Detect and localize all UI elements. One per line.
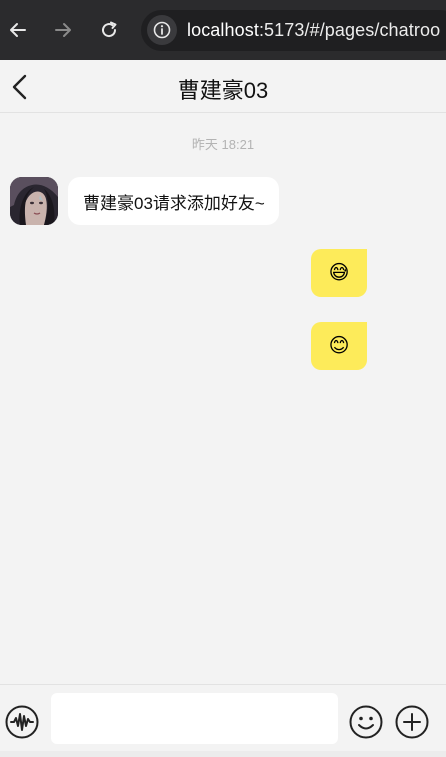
voice-input-button[interactable] [5, 705, 39, 739]
url-host: localhost [187, 20, 259, 40]
message-emoji: 😊 [328, 335, 350, 357]
received-message-bubble[interactable]: 曹建豪03请求添加好友~ [68, 177, 279, 225]
chat-message-list[interactable]: 昨天 18:21 曹建豪03请求添加好友~ 😅 😊 [0, 113, 446, 684]
emoji-button[interactable] [349, 705, 383, 739]
avatar-portrait-image [10, 177, 58, 225]
smile-icon [349, 705, 383, 739]
browser-reload-button[interactable] [96, 17, 122, 43]
browser-back-button[interactable] [5, 17, 31, 43]
message-input-bar [0, 684, 446, 757]
message-emoji: 😅 [328, 262, 350, 284]
browser-forward-button[interactable] [50, 17, 76, 43]
page-title: 曹建豪03 [177, 78, 269, 103]
avatar[interactable] [10, 177, 58, 225]
sent-message-bubble[interactable]: 😅 [311, 249, 367, 297]
plus-circle-icon [395, 705, 429, 739]
arrow-left-icon [10, 23, 26, 37]
message-timestamp: 昨天 18:21 [191, 137, 255, 152]
more-actions-button[interactable] [395, 705, 429, 739]
message-text: 曹建豪03请求添加好友~ [83, 193, 265, 213]
url-text: localhost:5173/#/pages/chatroo [187, 20, 440, 41]
chat-header: 曹建豪03 [0, 60, 446, 113]
site-info-button[interactable] [147, 15, 177, 45]
message-input[interactable] [51, 693, 338, 744]
reload-icon [102, 21, 117, 38]
browser-toolbar: localhost:5173/#/pages/chatroo [0, 0, 446, 60]
info-icon [153, 21, 171, 39]
bottom-divider [0, 751, 446, 757]
address-bar[interactable]: localhost:5173/#/pages/chatroo [141, 10, 446, 51]
sent-message-bubble[interactable]: 😊 [311, 322, 367, 370]
voice-wave-icon [5, 705, 39, 739]
url-path: :5173/#/pages/chatroo [258, 20, 441, 40]
arrow-right-icon [55, 23, 71, 37]
